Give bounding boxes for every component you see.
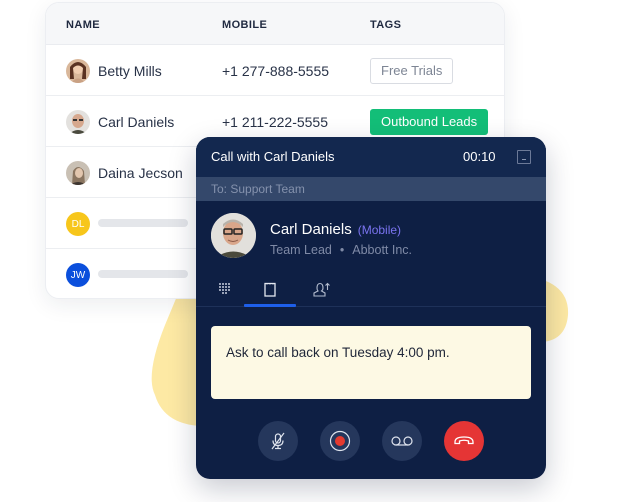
note-text: Ask to call back on Tuesday 4:00 pm. [226, 345, 450, 360]
recipient-text: To: Support Team [211, 182, 305, 196]
contact-mobile: +1 211-222-5555 [222, 114, 328, 130]
notepad-icon [263, 282, 276, 297]
contact-avatar [211, 213, 256, 258]
microphone-off-icon [271, 432, 285, 450]
call-timer: 00:10 [463, 149, 496, 164]
mute-button[interactable] [258, 421, 298, 461]
call-panel: Call with Carl Daniels 00:10 To: Support… [196, 137, 546, 479]
avatar [66, 161, 90, 185]
number-type: (Mobile) [357, 223, 402, 237]
tag-badge[interactable]: Free Trials [370, 58, 454, 84]
call-note[interactable]: Ask to call back on Tuesday 4:00 pm. [211, 326, 531, 399]
call-title: Call with Carl Daniels [211, 149, 335, 164]
phone-hangup-icon [454, 436, 474, 445]
tab-transfer[interactable] [296, 271, 348, 307]
contact-details: Team Lead • Abbott Inc. [270, 243, 412, 257]
keypad-icon [219, 283, 230, 294]
column-header-tags[interactable]: TAGS [370, 19, 401, 31]
avatar: JW [66, 263, 90, 287]
separator: • [339, 243, 345, 257]
hangup-button[interactable] [444, 421, 484, 461]
contact-name: Daina Jecson [98, 165, 183, 181]
column-header-mobile[interactable]: MOBILE [222, 19, 267, 31]
contact-name-text: Carl Daniels [270, 221, 352, 238]
record-icon [329, 430, 351, 452]
table-row[interactable]: Betty Mills +1 277-888-5555 Free Trials [46, 45, 504, 96]
active-tab-indicator [244, 304, 296, 307]
call-tabs [196, 271, 546, 307]
contact-company: Abbott Inc. [352, 243, 413, 257]
voicemail-icon [391, 436, 413, 446]
tag-badge[interactable]: Outbound Leads [370, 109, 489, 135]
transfer-user-icon [313, 282, 330, 297]
minimize-button[interactable] [517, 150, 531, 164]
contact-role: Team Lead [270, 243, 332, 257]
contact-name: Carl Daniels (Mobile) [270, 221, 401, 238]
contact-name: Betty Mills [98, 63, 162, 79]
recipient-bar: To: Support Team [196, 177, 546, 201]
avatar [66, 59, 90, 83]
call-header: Call with Carl Daniels 00:10 [196, 137, 546, 177]
record-button[interactable] [320, 421, 360, 461]
contact-name: Carl Daniels [98, 114, 175, 130]
table-header: NAME MOBILE TAGS [46, 3, 504, 45]
tab-notes[interactable] [243, 271, 296, 307]
name-placeholder [98, 270, 188, 278]
name-placeholder [98, 219, 188, 227]
avatar: DL [66, 212, 90, 236]
avatar [66, 110, 90, 134]
call-controls [196, 421, 546, 461]
column-header-name[interactable]: NAME [66, 19, 100, 31]
contact-mobile: +1 277-888-5555 [222, 63, 330, 79]
contact-info: Carl Daniels (Mobile) Team Lead • Abbott In… [196, 201, 546, 271]
voicemail-button[interactable] [382, 421, 422, 461]
